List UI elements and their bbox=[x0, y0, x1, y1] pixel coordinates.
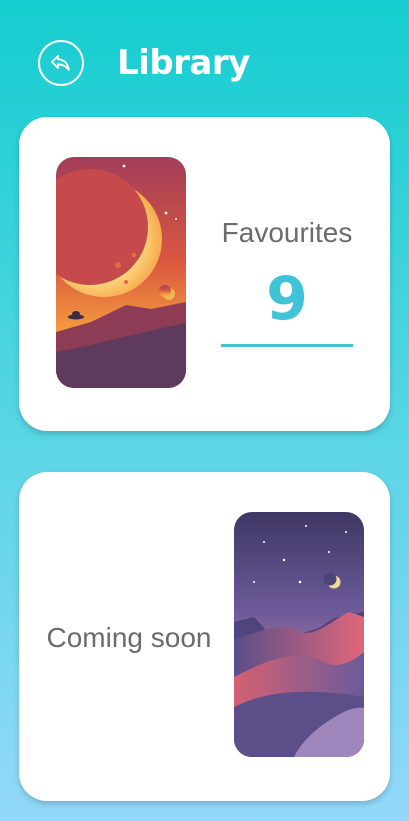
page-title: Library bbox=[117, 43, 250, 83]
favourites-count: 9 bbox=[266, 264, 308, 334]
favourites-thumbnail bbox=[56, 157, 186, 388]
reply-arrow-icon bbox=[51, 55, 70, 71]
coming-soon-thumbnail bbox=[234, 512, 364, 757]
coming-soon-card[interactable]: Coming soon bbox=[19, 472, 390, 801]
favourites-underline bbox=[221, 344, 353, 347]
coming-soon-label: Coming soon bbox=[46, 622, 212, 653]
favourites-card[interactable]: Favourites 9 bbox=[19, 117, 390, 431]
favourites-label: Favourites bbox=[221, 217, 353, 248]
back-button[interactable] bbox=[38, 40, 84, 86]
header: Library bbox=[0, 0, 409, 120]
